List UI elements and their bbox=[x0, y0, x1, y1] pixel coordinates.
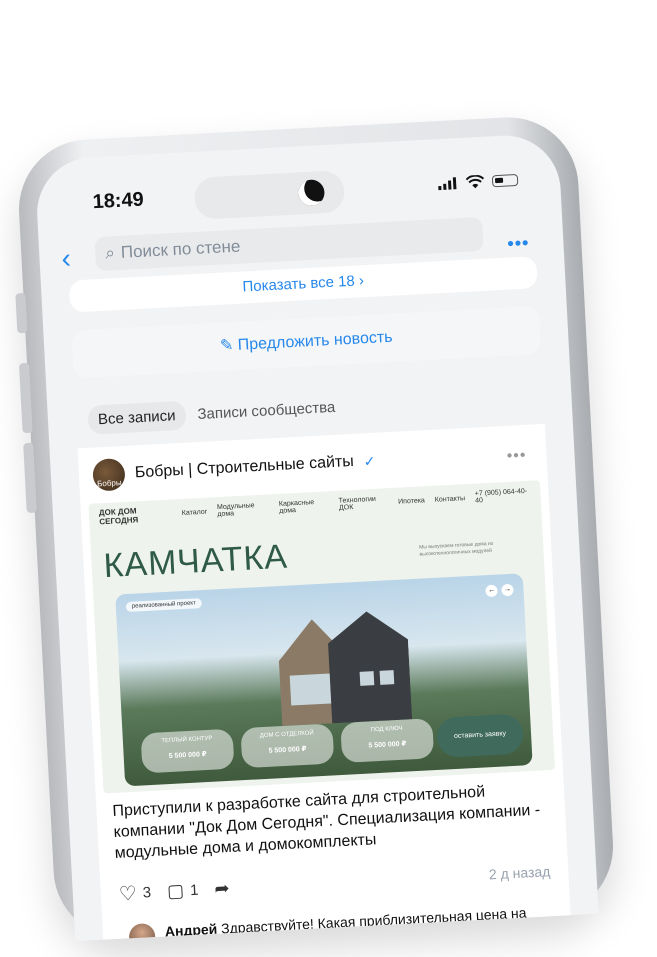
site-nav-item: Технологии ДОК bbox=[338, 495, 377, 512]
pill-price: 5 500 000 ₽ bbox=[368, 740, 407, 750]
wall-post: Бобры Бобры | Строительные сайты ✓ ••• Д… bbox=[77, 423, 571, 942]
back-chevron-icon[interactable]: ‹ bbox=[61, 242, 72, 274]
mute-switch bbox=[15, 292, 28, 334]
commenter-name[interactable]: Андрей bbox=[164, 921, 217, 940]
site-blurb: Мы выпускаем готовые дома из высокотехно… bbox=[419, 540, 494, 558]
price-pill: ДОМ С ОТДЕЛКОЙ 5 500 000 ₽ bbox=[240, 723, 335, 769]
comment-icon: ▢ bbox=[166, 879, 185, 901]
pill-price: 5 500 000 ₽ bbox=[168, 751, 207, 761]
site-cta-button: оставить заявку bbox=[436, 713, 525, 758]
edit-icon: ✎ bbox=[219, 336, 239, 355]
battery-icon bbox=[491, 173, 519, 188]
more-icon[interactable]: ••• bbox=[507, 232, 530, 254]
pill-title: ДОМ С ОТДЕЛКОЙ bbox=[259, 730, 314, 740]
like-button[interactable]: ♡ 3 bbox=[118, 880, 152, 907]
site-phone: +7 (905) 064-40-40 bbox=[474, 487, 528, 505]
site-logo: ДОК ДОМ СЕГОДНЯ bbox=[98, 506, 139, 527]
suggest-label: Предложить новость bbox=[237, 328, 393, 354]
pill-title: ПОД КЛЮЧ bbox=[370, 725, 403, 734]
comment-body: Андрей Здравствуйте! Какая приблизительн… bbox=[164, 902, 553, 942]
tab-community-posts[interactable]: Записи сообщества bbox=[197, 399, 336, 423]
site-nav-item: Контакты bbox=[434, 494, 466, 504]
site-nav: ДОК ДОМ СЕГОДНЯ Каталог Модульные дома К… bbox=[99, 487, 531, 526]
post-more-icon[interactable]: ••• bbox=[506, 447, 527, 466]
share-icon: ➦ bbox=[213, 877, 230, 899]
pill-price: 5 500 000 ₽ bbox=[268, 745, 307, 755]
arrow-right-icon: → bbox=[501, 583, 514, 597]
slider-arrows: ← → bbox=[485, 583, 514, 598]
comment-text: Здравствуйте! Какая приблизительная цена… bbox=[165, 904, 527, 942]
post-image[interactable]: ДОК ДОМ СЕГОДНЯ Каталог Модульные дома К… bbox=[88, 480, 555, 794]
search-placeholder: Поиск по стене bbox=[120, 236, 241, 262]
signal-icon bbox=[438, 177, 459, 191]
site-nav-item: Модульные дома bbox=[216, 502, 255, 519]
site-nav-item: Каталог bbox=[181, 508, 208, 517]
comment-count: 1 bbox=[189, 881, 199, 899]
like-count: 3 bbox=[142, 883, 152, 902]
house-photo: реализованный проект ← → ТЕПЛЫЙ КОНТУР 5 … bbox=[115, 573, 533, 787]
author-name: Бобры | Строительные сайты bbox=[134, 452, 355, 482]
arrow-left-icon: ← bbox=[485, 584, 498, 598]
price-pill: ТЕПЛЫЙ КОНТУР 5 500 000 ₽ bbox=[140, 728, 235, 774]
status-time: 18:49 bbox=[92, 188, 145, 214]
wifi-icon bbox=[465, 174, 485, 189]
site-nav-item: Ипотека bbox=[397, 496, 426, 506]
heart-icon: ♡ bbox=[118, 882, 138, 906]
comment-button[interactable]: ▢ 1 bbox=[167, 879, 199, 902]
price-pill: ПОД КЛЮЧ 5 500 000 ₽ bbox=[340, 718, 435, 763]
avatar: Бобры bbox=[92, 457, 126, 492]
tab-all-posts[interactable]: Все записи bbox=[87, 400, 187, 435]
pill-title: ТЕПЛЫЙ КОНТУР bbox=[161, 735, 213, 745]
site-tag: реализованный проект bbox=[125, 598, 203, 613]
post-text: Приступили к разработке сайта для строит… bbox=[112, 783, 541, 862]
post-author[interactable]: Бобры Бобры | Строительные сайты ✓ bbox=[92, 445, 376, 492]
post-actions: ♡ 3 ▢ 1 ➦ 2 д назад bbox=[118, 858, 551, 907]
house-icon bbox=[278, 611, 413, 727]
screen: 18:49 ‹ ⌕ Поиск по стене ••• Показать вс… bbox=[34, 132, 599, 942]
comment-like-icon[interactable]: ♡ bbox=[541, 926, 554, 941]
site-nav-item: Каркасные дома bbox=[278, 499, 315, 515]
post-time: 2 д назад bbox=[488, 863, 551, 883]
wall-filter-tabs: Все записи Записи сообщества bbox=[87, 393, 336, 435]
system-icons bbox=[438, 173, 519, 191]
search-icon: ⌕ bbox=[104, 243, 116, 263]
comment-item: Андрей Здравствуйте! Какая приблизительн… bbox=[128, 902, 554, 942]
phone-mockup: 18:49 ‹ ⌕ Поиск по стене ••• Показать вс… bbox=[15, 113, 617, 943]
commenter-avatar[interactable] bbox=[128, 922, 156, 942]
share-button[interactable]: ➦ bbox=[214, 878, 230, 900]
verified-icon: ✓ bbox=[363, 452, 376, 469]
site-hero-title: КАМЧАТКА bbox=[102, 537, 289, 586]
suggest-news-button[interactable]: ✎ Предложить новость bbox=[71, 306, 542, 379]
